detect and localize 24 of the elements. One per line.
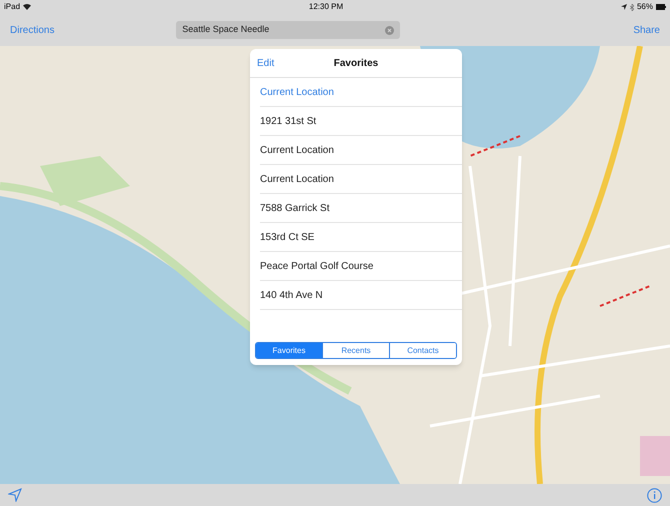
popover-title: Favorites [334, 56, 378, 70]
favorite-item[interactable]: Current Location [260, 136, 462, 165]
device-label: iPad [4, 1, 20, 13]
battery-percentage: 56% [636, 1, 653, 13]
clear-icon[interactable] [385, 26, 394, 34]
favorite-item[interactable]: 7588 Garrick St [260, 194, 462, 223]
status-time: 12:30 PM [308, 1, 344, 13]
favorite-item[interactable]: 153rd Ct SE [260, 223, 462, 252]
favorite-item[interactable]: 1921 31st St [260, 107, 462, 136]
search-field[interactable]: Seattle Space Needle [176, 21, 400, 39]
segment-tab[interactable]: Favorites [256, 343, 322, 358]
location-arrow-icon [620, 4, 627, 10]
bluetooth-icon [630, 4, 634, 10]
favorite-item[interactable]: Peace Portal Golf Course [260, 252, 462, 281]
favorite-item[interactable]: 140 4th Ave N [260, 281, 462, 310]
favorite-item[interactable]: Current Location [260, 165, 462, 194]
edit-button[interactable]: Edit [257, 56, 274, 70]
segment-tab[interactable]: Contacts [389, 343, 456, 358]
wifi-icon [23, 4, 32, 10]
location-arrow-icon[interactable] [8, 488, 22, 502]
info-icon[interactable] [647, 488, 662, 502]
battery-icon [656, 4, 666, 10]
search-value: Seattle Space Needle [182, 23, 270, 36]
favorite-item[interactable]: Current Location [260, 78, 462, 107]
